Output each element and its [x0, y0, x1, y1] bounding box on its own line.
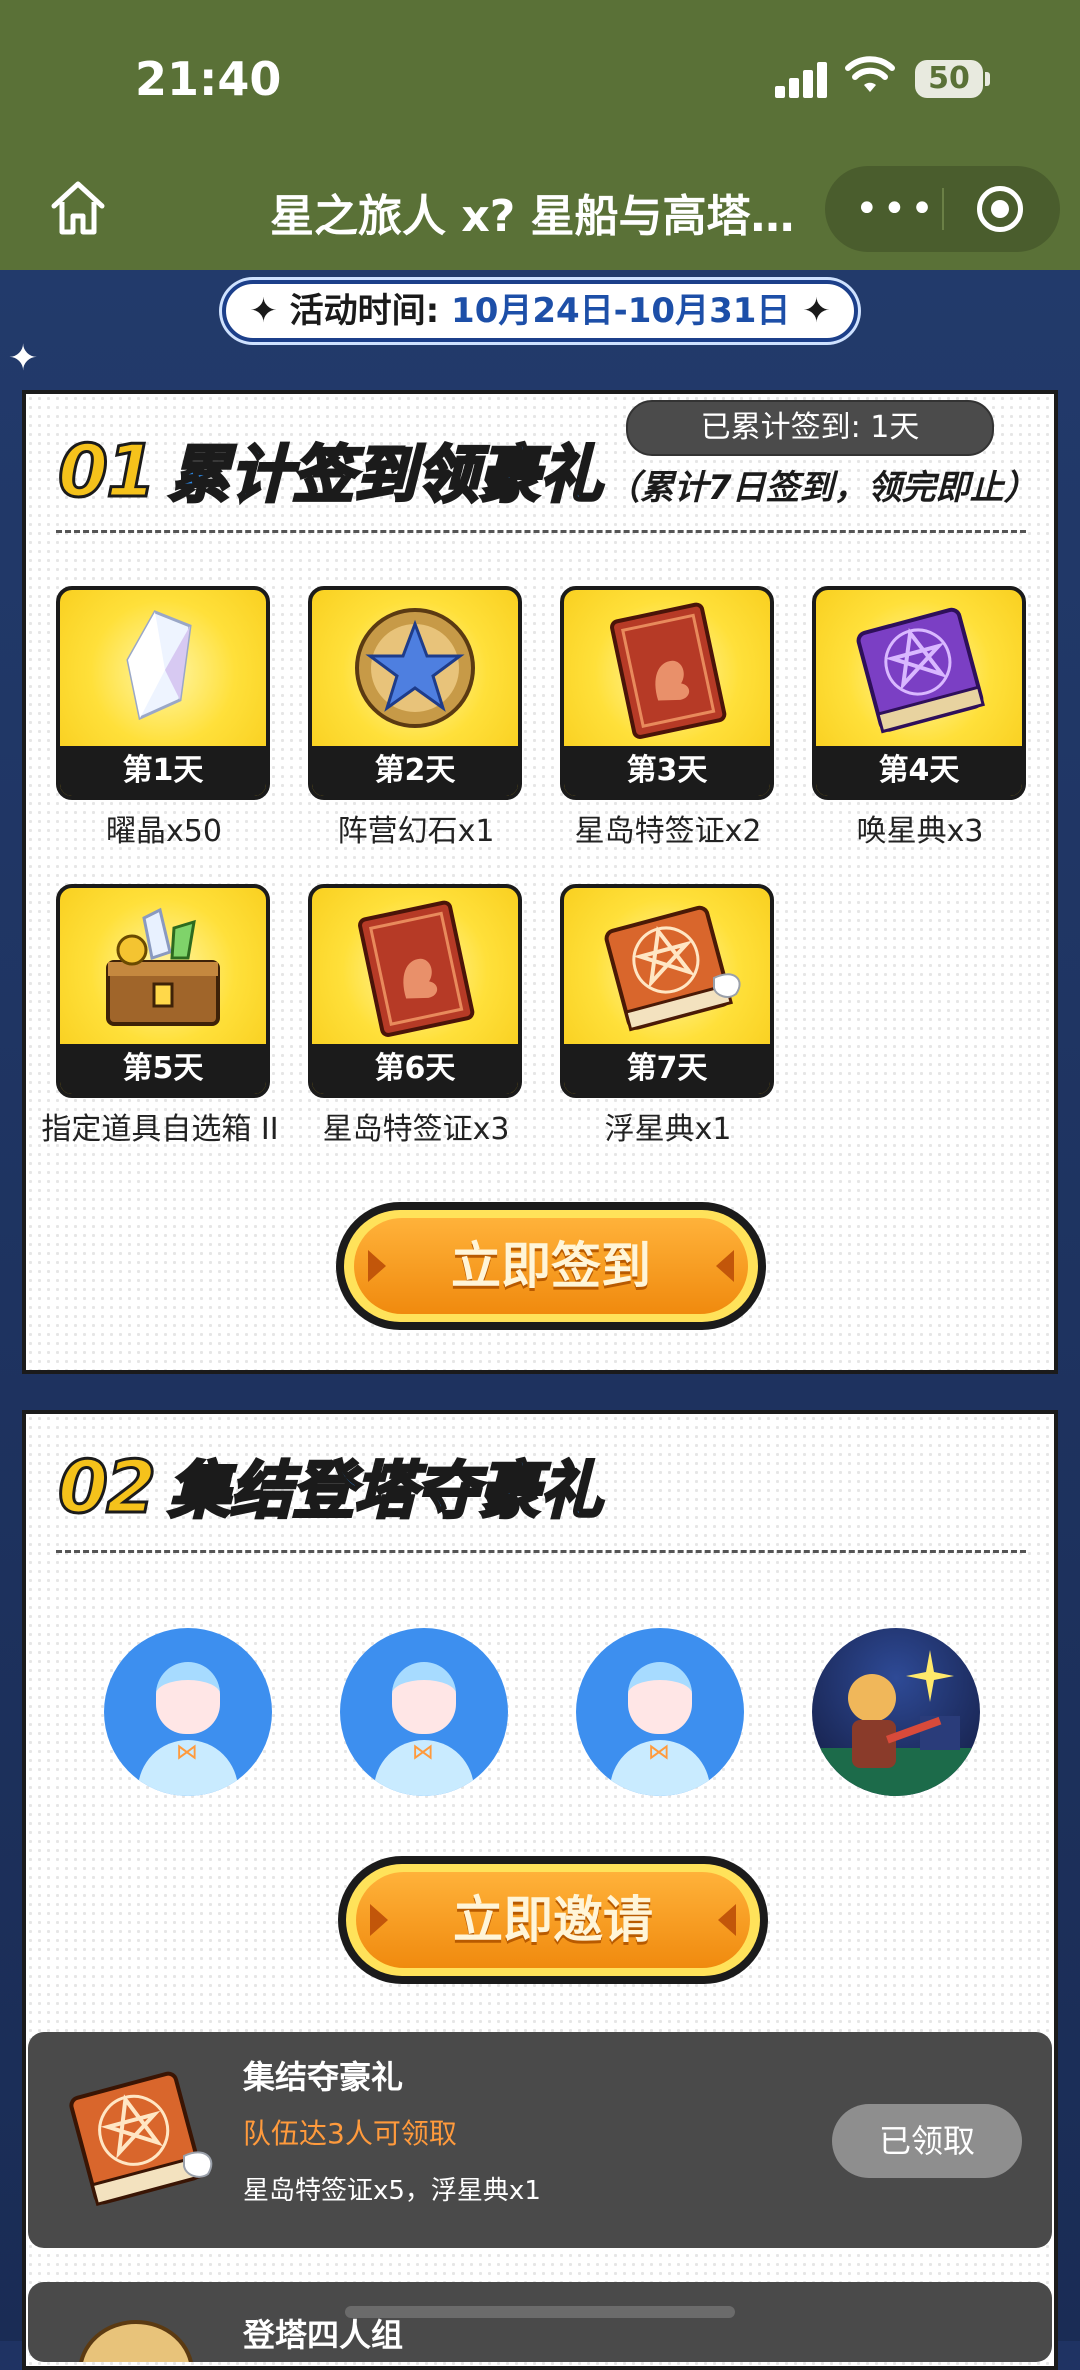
reward-card-day7[interactable]: 第7天 [560, 884, 774, 1098]
button-border: 立即邀请 [346, 1864, 760, 1976]
empty-member-avatar[interactable]: ⋈ [576, 1628, 744, 1796]
reward-day-label: 第6天 [312, 1044, 518, 1094]
reward-card-day1[interactable]: 第1天 [56, 586, 270, 800]
checkin-now-button[interactable]: 立即签到 [336, 1202, 766, 1330]
reward-day-label: 第5天 [60, 1044, 266, 1094]
reward-name: 星岛特签证x3 [322, 1112, 510, 1147]
sparkle-icon: ✦ [249, 291, 290, 331]
reward-name: 阵营幻石x1 [337, 814, 495, 849]
reward-card-day5[interactable]: 第5天 [56, 884, 270, 1098]
crystal-icon [60, 590, 266, 750]
avatar-head [628, 1662, 692, 1734]
task-card: 集结夺豪礼 队伍达3人可领取 星岛特签证x5，浮星典x1 已领取 [28, 2032, 1052, 2248]
orange-book-icon [564, 888, 770, 1048]
home-indicator [345, 2306, 735, 2318]
reward-day-label: 第2天 [312, 746, 518, 796]
section-number: 01 [56, 428, 157, 515]
home-icon[interactable] [40, 170, 116, 246]
visa-card-icon [564, 590, 770, 750]
member-avatar[interactable] [812, 1628, 980, 1796]
cellular-signal-icon [775, 62, 831, 98]
page-title: 星之旅人 x? 星船与高塔… [270, 191, 795, 240]
capsule-divider [942, 188, 944, 230]
section-1-heading: 01 累计签到领豪礼 [56, 424, 604, 515]
reward-card-day2[interactable]: 第2天 [308, 586, 522, 800]
activity-label: 活动时间: [289, 291, 440, 331]
reward-name: 星岛特签证x2 [574, 814, 762, 849]
claimed-button[interactable]: 已领取 [832, 2104, 1022, 2178]
bow-icon: ⋈ [412, 1740, 434, 1765]
task-title: 集结夺豪礼 [243, 2058, 404, 2096]
status-time: 21:40 [135, 52, 282, 106]
reward-day-label: 第4天 [816, 746, 1022, 796]
battery-tip [985, 72, 990, 86]
reward-card-day4[interactable]: 第4天 [812, 586, 1026, 800]
chest-icon [46, 2302, 226, 2362]
task-condition: 队伍达3人可领取 [243, 2117, 457, 2150]
visa-card-icon [312, 888, 518, 1048]
divider [56, 530, 1026, 533]
bow-icon: ⋈ [176, 1740, 198, 1765]
button-border: 立即签到 [344, 1210, 758, 1322]
avatar-head [156, 1662, 220, 1734]
activity-dates: 10月24日-10月31日 [451, 291, 791, 331]
reward-name: 曜晶x50 [106, 814, 222, 849]
task-reward: 星岛特签证x5，浮星典x1 [243, 2176, 541, 2206]
top-bar: 21:40 50 星之旅人 x? 星船与高塔… ••• [0, 0, 1080, 270]
reward-day-label: 第3天 [564, 746, 770, 796]
signed-days-badge: 已累计签到: 1天 [626, 400, 994, 456]
reward-day-label: 第7天 [564, 1044, 770, 1094]
reward-day-label: 第1天 [60, 746, 266, 796]
empty-member-avatar[interactable]: ⋈ [104, 1628, 272, 1796]
section-number: 02 [56, 1444, 157, 1531]
close-target-icon[interactable] [977, 186, 1023, 232]
orange-book-icon [46, 2054, 226, 2224]
activity-time-pill: ✦ 活动时间: 10月24日-10月31日 ✦ [222, 280, 858, 342]
checkin-now-label: 立即签到 [354, 1218, 748, 1314]
purple-book-icon [816, 590, 1022, 750]
star-emblem-icon [312, 590, 518, 750]
sparkle-icon: ✦ [8, 338, 39, 379]
section-title: 累计签到领豪礼 [167, 437, 604, 513]
section-title: 集结登塔夺豪礼 [167, 1453, 604, 1529]
reward-name: 唤星典x3 [856, 814, 984, 849]
invite-now-label: 立即邀请 [356, 1872, 750, 1968]
section-2-heading: 02 集结登塔夺豪礼 [56, 1440, 604, 1531]
checkin-panel: 已累计签到: 1天 01 累计签到领豪礼 （累计7日签到，领完即止） 第1天 第2… [22, 390, 1058, 1374]
more-icon[interactable]: ••• [855, 184, 934, 234]
avatar-head [392, 1662, 456, 1734]
reward-card-day6[interactable]: 第6天 [308, 884, 522, 1098]
battery-icon: 50 [915, 60, 983, 98]
task-card: 登塔四人组 [28, 2282, 1052, 2362]
reward-card-day3[interactable]: 第3天 [560, 586, 774, 800]
treasure-chest-icon [60, 888, 266, 1048]
reward-name: 指定道具自选箱 II [41, 1112, 279, 1147]
invite-now-button[interactable]: 立即邀请 [338, 1856, 768, 1984]
reward-name: 浮星典x1 [604, 1112, 732, 1147]
bow-icon: ⋈ [648, 1740, 670, 1765]
divider [56, 1550, 1026, 1553]
wifi-icon [845, 56, 895, 100]
empty-member-avatar[interactable]: ⋈ [340, 1628, 508, 1796]
mini-program-capsule: ••• [825, 166, 1060, 252]
sparkle-icon: ✦ [790, 291, 831, 331]
section-subtitle: （累计7日签到，领完即止） [606, 468, 1038, 508]
